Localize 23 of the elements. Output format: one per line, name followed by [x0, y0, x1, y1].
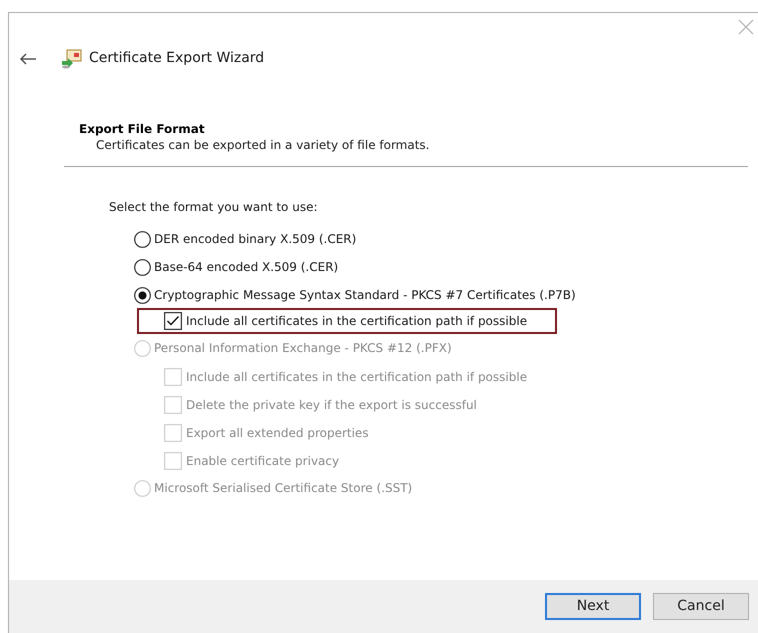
- radio-label: Personal Information Exchange - PKCS #12 (.PFX): [154, 340, 452, 357]
- close-icon[interactable]: [738, 19, 754, 35]
- page-heading: Export File Format: [79, 121, 206, 137]
- certificate-wizard-icon: [61, 48, 83, 68]
- checkbox-label: Delete the private key if the export is successful: [186, 397, 477, 414]
- back-arrow-icon[interactable]: [19, 52, 37, 64]
- dialog-button[interactable]: Next: [545, 593, 641, 620]
- radio-label: Base-64 encoded X.509 (.CER): [154, 259, 338, 276]
- window-title: Certificate Export Wizard: [89, 49, 264, 68]
- radio-button[interactable]: [134, 258, 151, 276]
- radio-label: DER encoded binary X.509 (.CER): [154, 231, 356, 248]
- format-prompt: Select the format you want to use:: [109, 199, 318, 216]
- checkbox-label: Include all certificates in the certification path if possible: [186, 369, 528, 386]
- radio-button[interactable]: [134, 230, 151, 248]
- radio-label: Cryptographic Message Syntax Standard - PKCS #7 Certificates (.P7B): [154, 287, 576, 304]
- radio-label: Microsoft Serialised Certificate Store (.SST): [154, 480, 412, 497]
- page-description: Certificates can be exported in a variety of file formats.: [95, 137, 430, 154]
- checkbox-label: Include all certificates in the certification path if possible: [186, 313, 528, 330]
- checkbox[interactable]: [164, 312, 182, 330]
- radio-button[interactable]: [134, 286, 151, 304]
- dialog-button[interactable]: Cancel: [653, 593, 749, 620]
- checkbox-label: Export all extended properties: [186, 425, 369, 442]
- checkbox-label: Enable certificate privacy: [186, 453, 340, 470]
